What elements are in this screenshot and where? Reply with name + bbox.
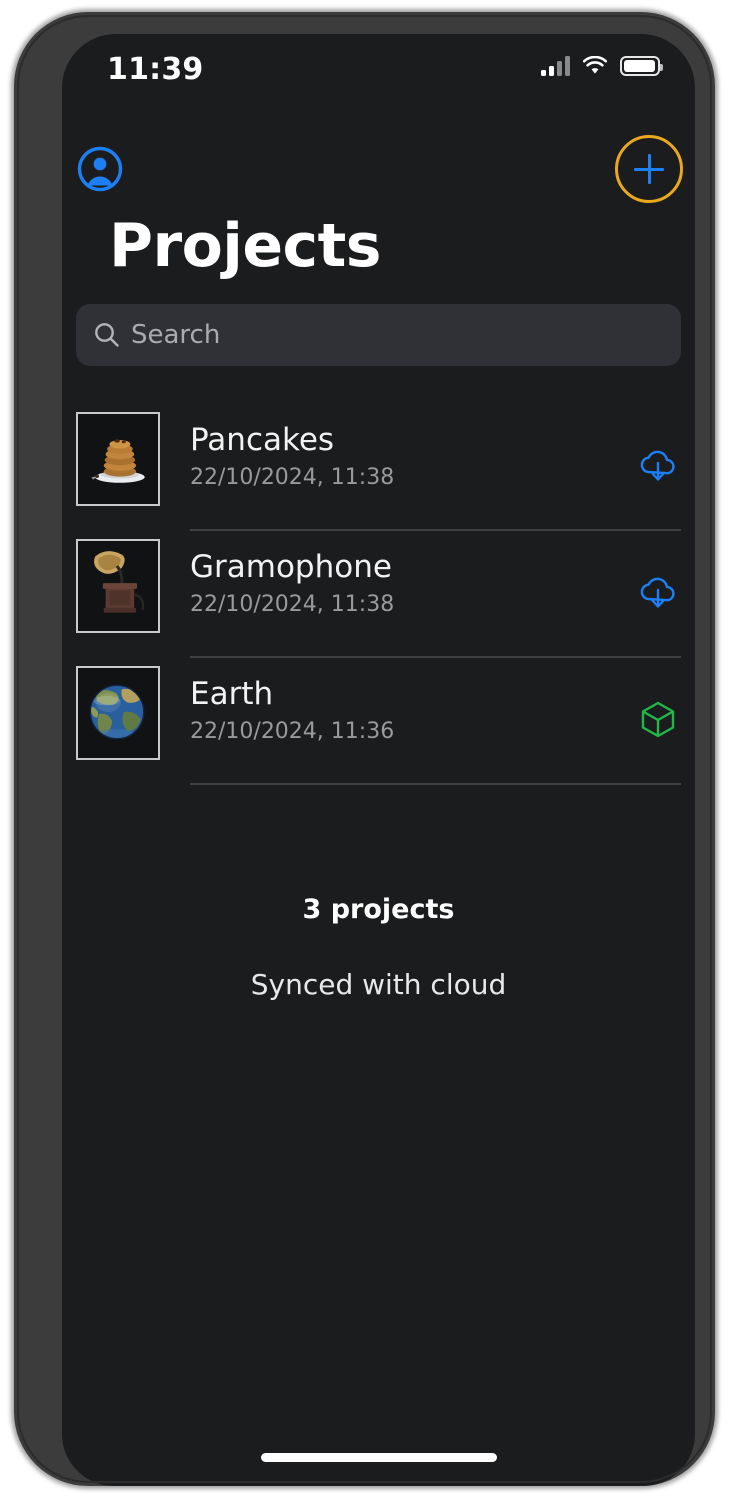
- status-bar-icons: [541, 56, 663, 76]
- project-name: Pancakes: [190, 422, 335, 458]
- add-project-button[interactable]: [615, 135, 683, 203]
- cellular-signal-icon: [541, 56, 570, 76]
- table-row[interactable]: Pancakes 22/10/2024, 11:38: [62, 404, 695, 531]
- battery-icon: [620, 56, 663, 76]
- row-text: Gramophone 22/10/2024, 11:38: [190, 547, 394, 619]
- table-row[interactable]: Gramophone 22/10/2024, 11:38: [62, 531, 695, 658]
- project-date: 22/10/2024, 11:38: [190, 465, 395, 490]
- project-count-label: 3 projects: [302, 894, 455, 925]
- top-bar: [62, 132, 695, 206]
- earth-thumbnail: [76, 666, 160, 760]
- page-title: Projects: [109, 211, 382, 281]
- table-row[interactable]: Earth 22/10/2024, 11:36: [62, 658, 695, 785]
- search-icon: [95, 323, 119, 347]
- status-bar-time: 11:39: [107, 52, 204, 87]
- project-date: 22/10/2024, 11:38: [190, 592, 395, 617]
- cloud-download-icon[interactable]: [635, 442, 681, 488]
- project-name: Earth: [190, 676, 274, 712]
- gramophone-thumbnail: [76, 539, 160, 633]
- search-input[interactable]: Search: [76, 304, 681, 366]
- account-circle-icon[interactable]: [77, 146, 123, 192]
- pancakes-thumbnail: [76, 412, 160, 506]
- row-text: Earth 22/10/2024, 11:36: [190, 674, 394, 746]
- row-divider: [190, 783, 681, 785]
- wifi-icon: [582, 56, 608, 74]
- project-name: Gramophone: [190, 549, 392, 585]
- row-text: Pancakes 22/10/2024, 11:38: [190, 420, 394, 492]
- phone-screen: 11:39 Projects Search Pancakes 22/10/202…: [62, 34, 695, 1486]
- cloud-download-icon[interactable]: [635, 569, 681, 615]
- home-indicator[interactable]: [260, 1453, 497, 1462]
- cube-3d-icon[interactable]: [635, 696, 681, 742]
- search-placeholder: Search: [131, 320, 221, 350]
- sync-status-label: Synced with cloud: [250, 968, 507, 1001]
- status-bar: 11:39: [62, 34, 695, 106]
- project-list: Pancakes 22/10/2024, 11:38 Gramophone 22…: [62, 404, 695, 785]
- phone-frame: 11:39 Projects Search Pancakes 22/10/202…: [14, 12, 715, 1486]
- project-date: 22/10/2024, 11:36: [190, 719, 395, 744]
